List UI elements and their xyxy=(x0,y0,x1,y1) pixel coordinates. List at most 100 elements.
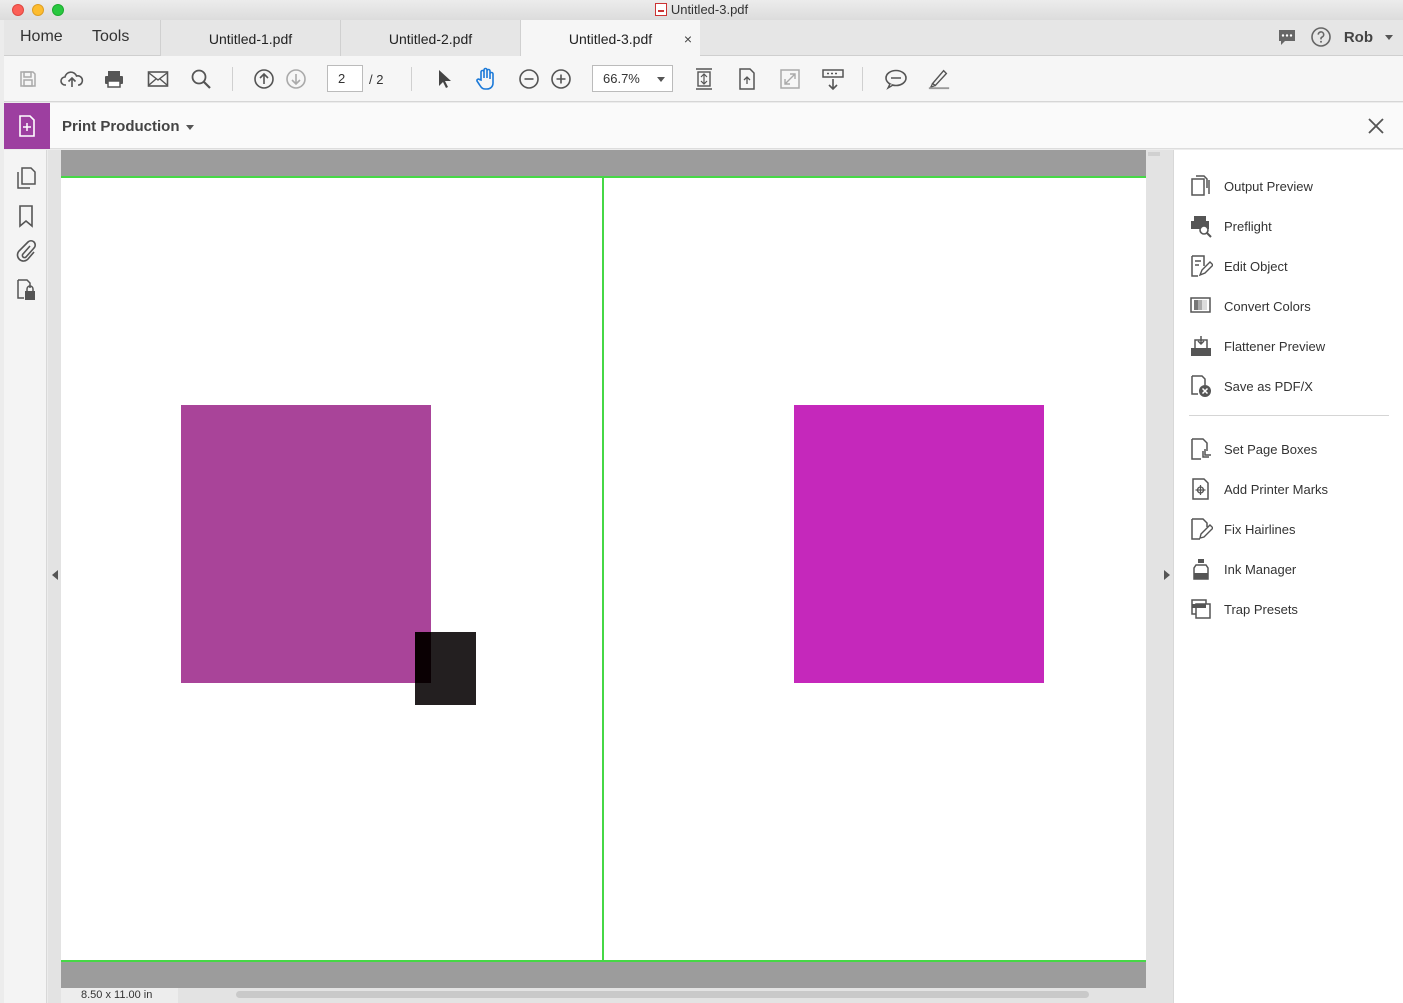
zoom-in-icon[interactable] xyxy=(549,67,573,91)
preflight-tool[interactable]: Preflight xyxy=(1189,213,1272,239)
horizontal-scrollbar[interactable] xyxy=(236,991,1089,998)
help-icon[interactable] xyxy=(1310,26,1332,48)
tool-panel-header: Print Production xyxy=(4,103,1403,149)
tab-label: Untitled-2.pdf xyxy=(388,31,473,47)
page-number-input[interactable]: 2 xyxy=(327,65,363,92)
save-icon[interactable] xyxy=(16,67,40,91)
trap-presets-tool[interactable]: Trap Presets xyxy=(1189,596,1298,622)
tool-label: Save as PDF/X xyxy=(1224,378,1313,394)
tab-close-icon[interactable]: × xyxy=(684,20,692,58)
convert-colors-icon xyxy=(1190,297,1211,313)
page-spread xyxy=(61,176,1146,962)
home-link[interactable]: Home xyxy=(20,28,63,46)
tab-label: Untitled-3.pdf xyxy=(568,31,653,47)
user-menu[interactable]: Rob xyxy=(1344,29,1373,46)
chevron-down-icon xyxy=(657,77,665,82)
pdf-file-icon xyxy=(654,3,667,16)
close-icon[interactable] xyxy=(1365,115,1387,137)
tool-label: Fix Hairlines xyxy=(1224,521,1296,537)
toolbar-divider xyxy=(411,67,412,91)
add-printer-marks-icon xyxy=(1192,478,1209,500)
window-minimize-button[interactable] xyxy=(32,4,44,16)
tool-label: Preflight xyxy=(1224,218,1272,234)
tab-untitled-1[interactable]: Untitled-1.pdf xyxy=(160,20,340,56)
full-screen-icon[interactable] xyxy=(778,67,802,91)
tab-untitled-2[interactable]: Untitled-2.pdf xyxy=(340,20,520,56)
comments-icon[interactable] xyxy=(1276,26,1298,48)
output-preview-tool[interactable]: Output Preview xyxy=(1189,173,1313,199)
tool-panel-title-text: Print Production xyxy=(62,118,180,135)
set-page-boxes-icon xyxy=(1191,438,1211,460)
add-printer-marks-tool[interactable]: Add Printer Marks xyxy=(1189,476,1328,502)
email-icon[interactable] xyxy=(146,67,170,91)
tool-label: Edit Object xyxy=(1224,258,1288,274)
bookmarks-icon[interactable] xyxy=(15,204,37,228)
set-page-boxes-tool[interactable]: Set Page Boxes xyxy=(1189,436,1317,462)
hand-tool-icon[interactable] xyxy=(474,67,498,91)
main-toolbar: 2 / 2 66.7% xyxy=(4,56,1403,102)
content-lock-icon[interactable] xyxy=(15,278,37,302)
previous-page-icon[interactable] xyxy=(252,67,276,91)
tool-panel-title[interactable]: Print Production xyxy=(62,118,194,135)
collapse-right-pane-icon[interactable] xyxy=(1164,570,1170,580)
zoom-out-icon[interactable] xyxy=(517,67,541,91)
save-pdfx-icon xyxy=(1191,375,1211,397)
tool-label: Flattener Preview xyxy=(1224,338,1326,354)
zoom-value: 66.7% xyxy=(603,71,640,86)
tab-bar: Home Tools Untitled-1.pdf Untitled-2.pdf… xyxy=(4,20,1403,57)
magenta-square xyxy=(794,405,1044,683)
overlap-area xyxy=(415,632,431,683)
rotate-page-icon[interactable] xyxy=(735,67,759,91)
save-as-pdfx-tool[interactable]: Save as PDF/X xyxy=(1189,373,1313,399)
ink-manager-tool[interactable]: Ink Manager xyxy=(1189,556,1296,582)
select-cursor-icon[interactable] xyxy=(432,67,456,91)
chevron-down-icon[interactable] xyxy=(1385,34,1393,40)
attachments-icon[interactable] xyxy=(15,239,37,263)
chevron-down-icon xyxy=(185,124,194,130)
zoom-select[interactable]: 66.7% xyxy=(592,65,673,92)
panel-divider xyxy=(1189,415,1389,416)
convert-colors-tool[interactable]: Convert Colors xyxy=(1189,293,1311,319)
tool-label: Convert Colors xyxy=(1224,298,1311,314)
comment-icon[interactable] xyxy=(884,67,908,91)
window-title: Untitled-3.pdf xyxy=(670,2,749,17)
ink-manager-icon xyxy=(1193,559,1209,580)
fix-hairlines-tool[interactable]: Fix Hairlines xyxy=(1189,516,1296,542)
toolbar-divider xyxy=(862,67,863,91)
tool-label: Set Page Boxes xyxy=(1224,441,1318,457)
tab-untitled-3[interactable]: Untitled-3.pdf × xyxy=(520,20,700,57)
pasteboard-top xyxy=(61,150,1146,176)
window-close-button[interactable] xyxy=(12,4,24,16)
document-view[interactable]: 8.50 x 11.00 in xyxy=(48,150,1173,1003)
page-thumbnails-icon[interactable] xyxy=(15,166,37,190)
tab-label: Untitled-1.pdf xyxy=(208,31,293,47)
fit-page-icon[interactable] xyxy=(692,67,716,91)
edit-object-icon xyxy=(1191,255,1213,277)
flattener-preview-tool[interactable]: Flattener Preview xyxy=(1189,333,1325,359)
left-navigation-pane xyxy=(4,150,47,1003)
edit-object-tool[interactable]: Edit Object xyxy=(1189,253,1288,279)
trap-presets-icon xyxy=(1191,599,1211,619)
pasteboard-bottom xyxy=(61,962,1146,988)
print-production-panel: Output Preview Preflight Edit Object Con… xyxy=(1173,150,1403,1003)
scroll-mode-icon[interactable] xyxy=(821,67,845,91)
tool-label: Trap Presets xyxy=(1224,601,1298,617)
collapse-left-pane-icon[interactable] xyxy=(52,570,58,580)
page-total: / 2 xyxy=(369,72,384,87)
next-page-icon[interactable] xyxy=(284,67,308,91)
window-titlebar: Untitled-3.pdf xyxy=(0,0,1403,20)
tools-link[interactable]: Tools xyxy=(92,28,129,46)
page-size-status: 8.50 x 11.00 in xyxy=(61,988,178,1003)
tool-label: Output Preview xyxy=(1224,178,1313,194)
output-preview-icon xyxy=(1191,175,1210,196)
flattener-preview-icon xyxy=(1191,336,1211,356)
search-icon[interactable] xyxy=(189,67,213,91)
vertical-scrollbar[interactable] xyxy=(1148,152,1160,156)
highlight-pen-icon[interactable] xyxy=(927,67,951,91)
toolbar-divider xyxy=(232,67,233,91)
purple-square xyxy=(181,405,431,683)
print-icon[interactable] xyxy=(102,67,126,91)
window-zoom-button[interactable] xyxy=(52,4,64,16)
upload-cloud-icon[interactable] xyxy=(60,67,84,91)
fix-hairlines-icon xyxy=(1191,518,1213,540)
